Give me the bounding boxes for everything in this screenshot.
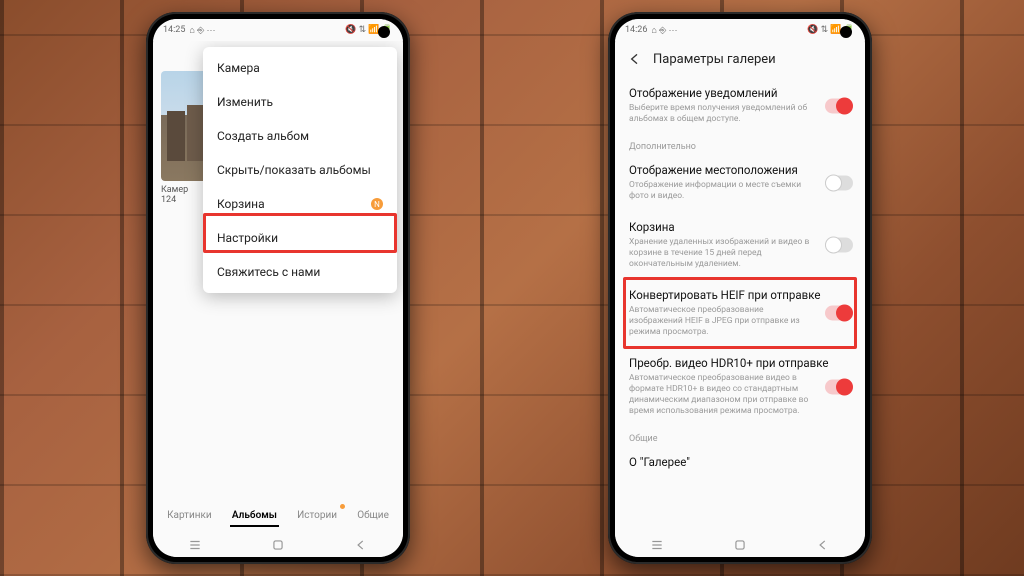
back-icon[interactable] — [816, 538, 830, 552]
home-icon[interactable] — [733, 538, 747, 552]
toggle-switch[interactable] — [825, 98, 853, 113]
status-left-icons: ⌂ ⎆ ⋯ — [189, 25, 215, 36]
toggle-switch[interactable] — [825, 175, 853, 190]
back-icon[interactable] — [354, 538, 368, 552]
status-time: 14:25 — [163, 25, 185, 35]
tab-3[interactable]: Общие — [355, 506, 391, 527]
settings-row-0[interactable]: Отображение уведомлений Выберите время по… — [615, 77, 865, 134]
tab-0[interactable]: Картинки — [165, 506, 214, 527]
stage: 14:25 ⌂ ⎆ ⋯ 🔇 ⇅ 📶 🔋 Камер 124 Камера Изме… — [0, 0, 1024, 576]
album-name: Камер — [161, 185, 188, 195]
phone-left: 14:25 ⌂ ⎆ ⋯ 🔇 ⇅ 📶 🔋 Камер 124 Камера Изме… — [146, 12, 410, 564]
row-title: Корзина — [629, 220, 851, 235]
row-title: Отображение уведомлений — [629, 86, 851, 101]
tab-dot-icon — [340, 504, 345, 509]
settings-row-2[interactable]: Отображение местоположения Отображение ин… — [615, 154, 865, 211]
phone-right: 14:26 ⌂ ⎆ ⋯ 🔇 ⇅ 📶 🔋 Параметры галереи От… — [608, 12, 872, 564]
settings-title: Параметры галереи — [653, 52, 776, 67]
menu-item-3[interactable]: Скрыть/показать альбомы — [203, 153, 397, 187]
screen-left: 14:25 ⌂ ⎆ ⋯ 🔇 ⇅ 📶 🔋 Камер 124 Камера Изме… — [153, 19, 403, 557]
menu-item-label: Настройки — [217, 231, 278, 245]
menu-item-6[interactable]: Свяжитесь с нами — [203, 255, 397, 289]
row-subtitle: Отображение информации о месте съемки фо… — [629, 180, 851, 202]
bottom-tabs: Картинки Альбомы Истории Общие — [153, 500, 403, 533]
settings-header: Параметры галереи — [615, 41, 865, 77]
gallery-content: Камер 124 Камера Изменить Создать альбом Ск… — [153, 41, 403, 557]
settings-row-4[interactable]: Конвертировать HEIF при отправке Автомати… — [615, 279, 865, 347]
row-title: О "Галерее" — [629, 455, 851, 470]
row-subtitle: Автоматическое преобразование видео в фо… — [629, 373, 851, 417]
camera-hole — [378, 26, 390, 38]
home-icon[interactable] — [271, 538, 285, 552]
row-title: Преобр. видео HDR10+ при отправке — [629, 356, 851, 371]
recents-icon[interactable] — [188, 538, 202, 552]
android-navbar — [153, 533, 403, 557]
status-bar: 14:26 ⌂ ⎆ ⋯ 🔇 ⇅ 📶 🔋 — [615, 19, 865, 41]
menu-item-label: Изменить — [217, 95, 273, 109]
overflow-menu: Камера Изменить Создать альбом Скрыть/показ… — [203, 47, 397, 293]
menu-item-5[interactable]: Настройки — [203, 221, 397, 255]
menu-item-0[interactable]: Камера — [203, 51, 397, 85]
tab-2[interactable]: Истории — [295, 506, 339, 527]
status-bar: 14:25 ⌂ ⎆ ⋯ 🔇 ⇅ 📶 🔋 — [153, 19, 403, 41]
album-caption: Камер 124 — [161, 185, 188, 205]
row-title: Конвертировать HEIF при отправке — [629, 288, 851, 303]
screen-right: 14:26 ⌂ ⎆ ⋯ 🔇 ⇅ 📶 🔋 Параметры галереи От… — [615, 19, 865, 557]
menu-badge-icon: N — [371, 198, 383, 210]
album-count: 124 — [161, 195, 188, 205]
settings-row-7[interactable]: О "Галерее" — [615, 446, 865, 479]
android-navbar — [615, 533, 865, 557]
back-arrow-icon[interactable] — [627, 51, 643, 67]
menu-item-label: Скрыть/показать альбомы — [217, 163, 371, 177]
menu-item-1[interactable]: Изменить — [203, 85, 397, 119]
toggle-switch[interactable] — [825, 306, 853, 321]
row-subtitle: Автоматическое преобразование изображени… — [629, 305, 851, 338]
row-title: Отображение местоположения — [629, 163, 851, 178]
menu-item-label: Корзина — [217, 197, 265, 211]
toggle-switch[interactable] — [825, 379, 853, 394]
settings-list: Отображение уведомлений Выберите время по… — [615, 77, 865, 557]
menu-item-label: Создать альбом — [217, 129, 309, 143]
row-subtitle: Выберите время получения уведомлений об … — [629, 103, 851, 125]
status-time: 14:26 — [625, 25, 647, 35]
menu-item-4[interactable]: Корзина N — [203, 187, 397, 221]
settings-row-3[interactable]: Корзина Хранение удаленных изображений и … — [615, 211, 865, 279]
menu-item-label: Свяжитесь с нами — [217, 265, 320, 279]
camera-hole — [840, 26, 852, 38]
row-subtitle: Хранение удаленных изображений и видео в… — [629, 237, 851, 270]
toggle-switch[interactable] — [825, 238, 853, 253]
section-label: Дополнительно — [615, 134, 865, 154]
tab-1[interactable]: Альбомы — [230, 506, 279, 527]
status-left-icons: ⌂ ⎆ ⋯ — [651, 25, 677, 36]
menu-item-label: Камера — [217, 61, 260, 75]
recents-icon[interactable] — [650, 538, 664, 552]
section-label: Общие — [615, 426, 865, 446]
settings-row-5[interactable]: Преобр. видео HDR10+ при отправке Автомат… — [615, 347, 865, 426]
menu-item-2[interactable]: Создать альбом — [203, 119, 397, 153]
